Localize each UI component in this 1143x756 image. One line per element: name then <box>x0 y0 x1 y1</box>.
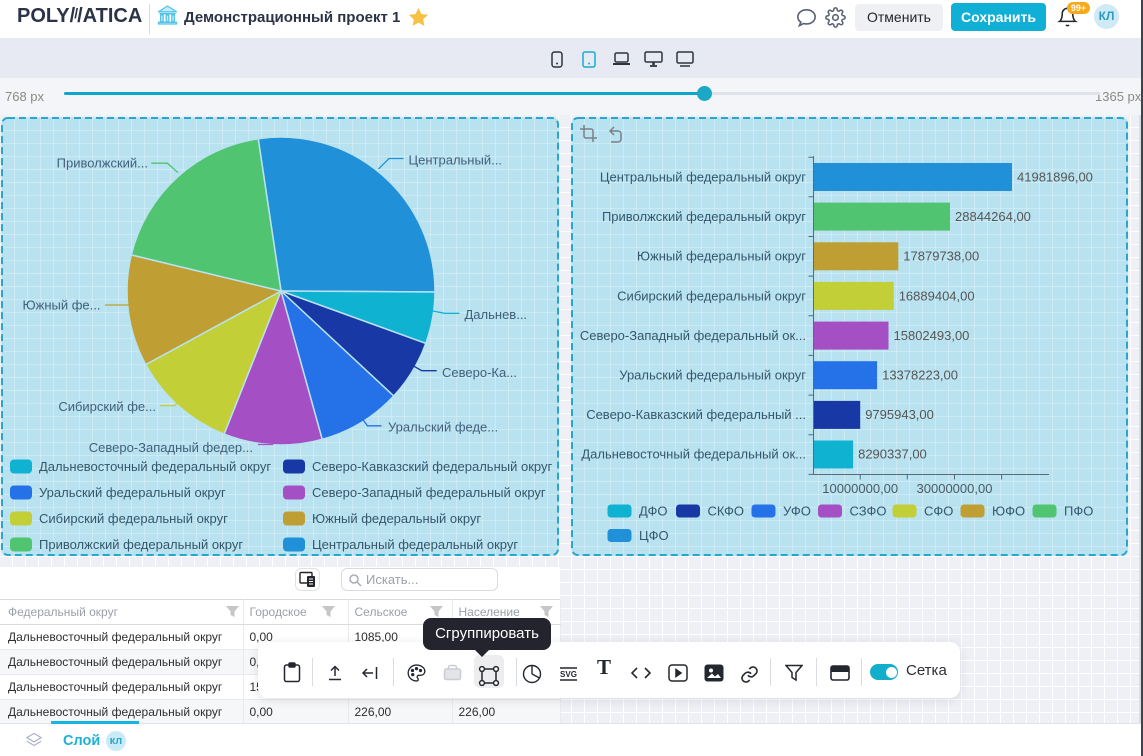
svg-text:Сибирский федеральный округ: Сибирский федеральный округ <box>39 511 228 526</box>
svg-text:ДФО: ДФО <box>639 504 668 519</box>
svg-text:Уральский федеральный округ: Уральский федеральный округ <box>619 368 806 383</box>
svg-text:Южный федеральный округ: Южный федеральный округ <box>637 249 806 264</box>
svg-text:УФО: УФО <box>783 504 811 519</box>
svg-text:Северо-Кавказский федеральный: Северо-Кавказский федеральный ... <box>586 407 806 422</box>
svg-text:СКФО: СКФО <box>708 504 745 519</box>
svg-text:17879738,00: 17879738,00 <box>903 249 979 264</box>
svg-text:Северо-Ка...: Северо-Ка... <box>442 365 517 380</box>
svg-text:10000000,00: 10000000,00 <box>822 481 898 496</box>
svg-text:ПФО: ПФО <box>1064 504 1093 519</box>
svg-text:30000000,00: 30000000,00 <box>917 481 993 496</box>
svg-text:Приволжский федеральный округ: Приволжский федеральный округ <box>39 537 243 552</box>
svg-text:ЦФО: ЦФО <box>639 528 669 543</box>
svg-text:Центральный федеральный округ: Центральный федеральный округ <box>600 170 806 185</box>
svg-text:Северо-Западный федеральный ок: Северо-Западный федеральный округ <box>312 485 546 500</box>
svg-text:41981896,00: 41981896,00 <box>1017 170 1093 185</box>
svg-text:28844264,00: 28844264,00 <box>955 209 1031 224</box>
svg-text:8290337,00: 8290337,00 <box>858 447 927 462</box>
svg-text:Уральский феде...: Уральский феде... <box>388 420 498 435</box>
svg-text:Дальнев...: Дальнев... <box>465 307 528 322</box>
svg-text:Сибирский фе...: Сибирский фе... <box>58 399 156 414</box>
svg-text:9795943,00: 9795943,00 <box>865 407 934 422</box>
svg-text:15802493,00: 15802493,00 <box>894 328 970 343</box>
svg-text:Приволжский федеральный округ: Приволжский федеральный округ <box>602 209 806 224</box>
svg-text:16889404,00: 16889404,00 <box>899 289 975 304</box>
svg-text:Приволжский...: Приволжский... <box>57 156 148 171</box>
svg-text:SVG: SVG <box>560 670 577 679</box>
svg-text:ЮФО: ЮФО <box>992 504 1025 519</box>
svg-text:Сибирский федеральный округ: Сибирский федеральный округ <box>617 289 806 304</box>
svg-text:Южный фе...: Южный фе... <box>23 298 101 313</box>
svg-text:Северо-Западный федер...: Северо-Западный федер... <box>89 440 253 455</box>
svg-text:Южный федеральный округ: Южный федеральный округ <box>312 511 481 526</box>
svg-text:Северо-Западный федеральный ок: Северо-Западный федеральный ок... <box>580 328 806 343</box>
svg-text:Центральный федеральный округ: Центральный федеральный округ <box>312 537 518 552</box>
svg-text:СЗФО: СЗФО <box>850 504 887 519</box>
svg-text:Дальневосточный федеральный ок: Дальневосточный федеральный округ <box>39 459 271 474</box>
svg-text:Северо-Кавказский федеральный: Северо-Кавказский федеральный округ <box>312 459 552 474</box>
svg-text:13378223,00: 13378223,00 <box>882 368 958 383</box>
svg-text:Центральный...: Центральный... <box>409 153 502 168</box>
svg-text:Дальневосточный федеральный ок: Дальневосточный федеральный ок... <box>581 447 806 462</box>
svg-text:Уральский федеральный округ: Уральский федеральный округ <box>39 485 226 500</box>
svg-text:СФО: СФО <box>924 504 953 519</box>
